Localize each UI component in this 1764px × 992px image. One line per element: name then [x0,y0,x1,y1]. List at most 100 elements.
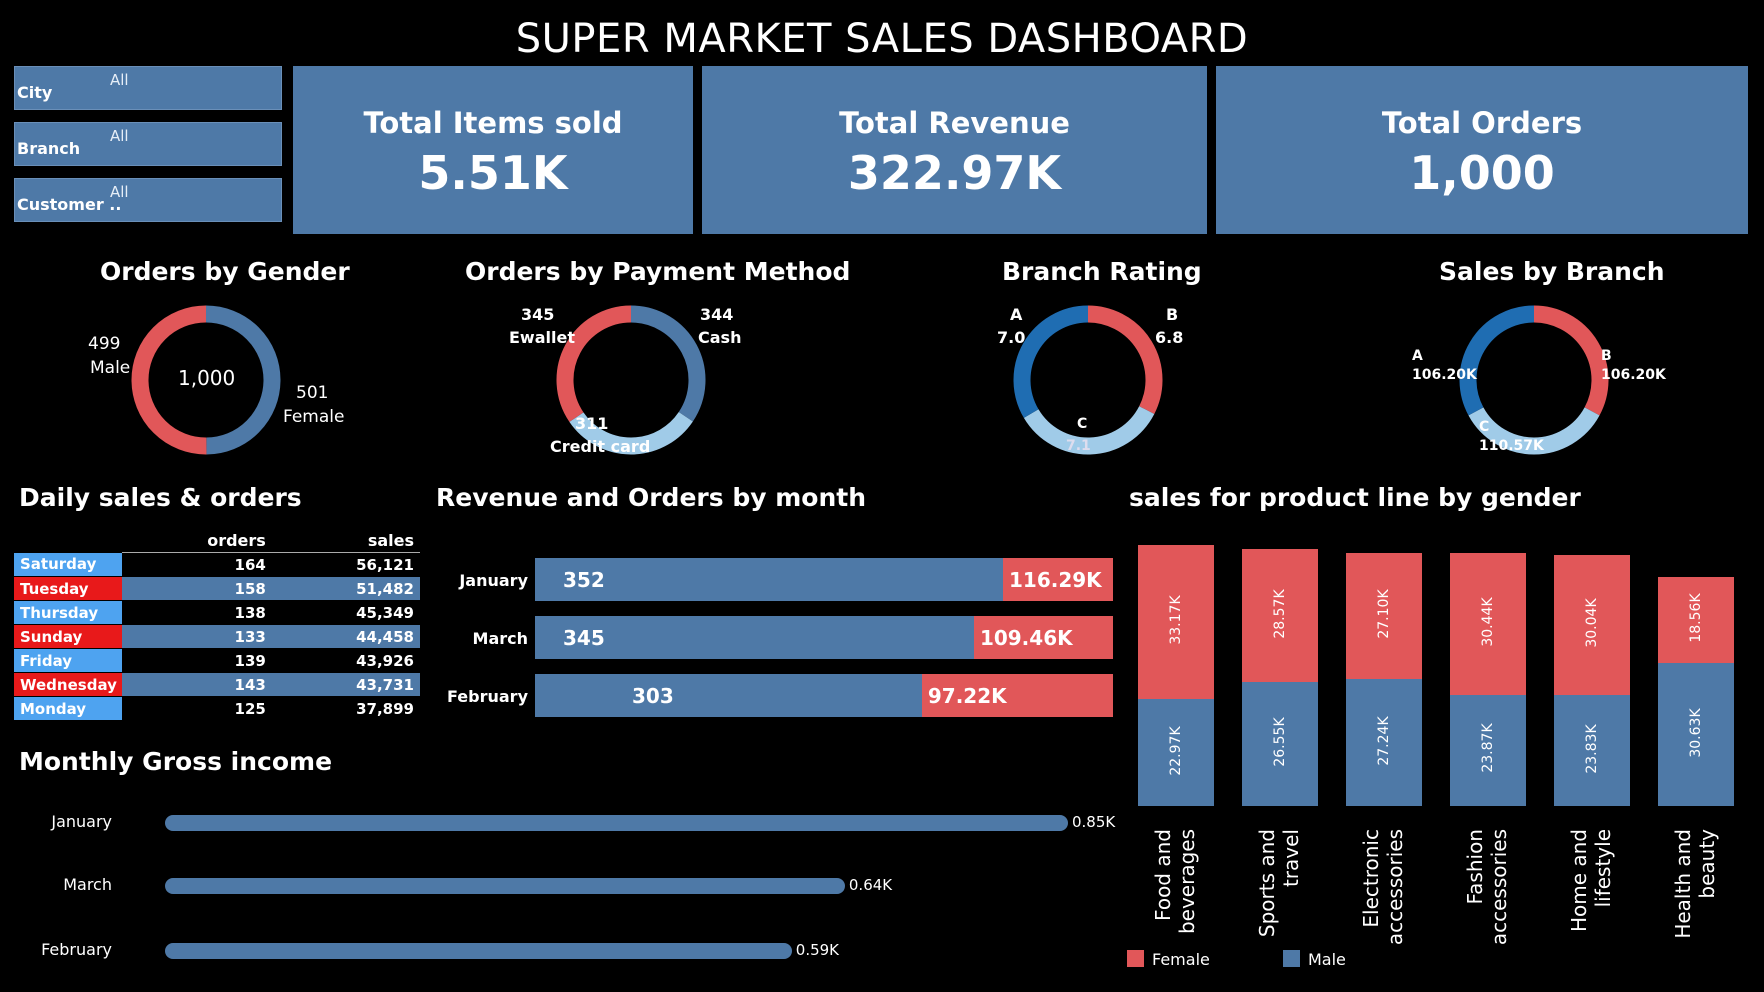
revenue-value-label: 116.29K [1009,568,1102,592]
table-header-row: orders sales [14,530,420,553]
male-value-label: 27.24K [1376,715,1392,766]
month-label: January [459,571,528,590]
branch-sales-slice-b[interactable] [1533,305,1609,416]
female-value-label: 18.56K [1688,593,1704,643]
daily-sales-title: Daily sales & orders [19,483,302,512]
male-value-label: 23.83K [1584,723,1600,774]
legend-male-label: Male [1308,950,1346,969]
branch-sales-slice-a[interactable] [1459,305,1535,416]
table-row: Saturday 164 56,121 [14,552,420,577]
sales-cell: 45,349 [271,600,420,625]
male-name-label: Male [90,358,131,378]
male-value-label: 26.55K [1272,717,1288,767]
orders-cell: 139 [122,648,272,673]
cash-name-label: Cash [698,328,742,347]
month-label: March [472,629,528,648]
male-value-label: 22.97K [1168,725,1184,776]
orders-cell: 143 [122,672,272,697]
rating-slice-a[interactable] [1013,305,1089,418]
category-label: Health and beauty [1671,829,1719,939]
gross-income-value-label: 0.85K [1072,813,1116,831]
revenue-value-label: 109.46K [979,626,1073,650]
daily-sales-table: orders sales Saturday 164 56,121 Tuesday 158… [14,530,420,721]
gross-income-bar [165,943,792,959]
category-label: Electronic accessories [1359,829,1407,946]
sales-cell: 43,926 [271,648,420,673]
category-label: Food and beverages [1151,829,1199,935]
table-header-day [14,530,122,553]
cash-value-label: 344 [700,305,734,324]
payment-slice-cash[interactable] [630,305,706,422]
revenue-orders-title: Revenue and Orders by month [436,483,866,512]
legend-female-label: Female [1152,950,1210,969]
orders-value-label: 352 [563,568,605,592]
table-header-sales: sales [271,530,420,553]
gross-income-value-label: 0.59K [795,941,840,959]
legend-male-swatch [1283,950,1300,967]
orders-cell: 138 [122,600,272,625]
ewallet-name-label: Ewallet [509,328,575,347]
branch-b-name: B [1601,348,1612,364]
revenue-value-label: 97.22K [927,684,1007,708]
orders-cell: 164 [122,552,272,577]
orders-value-label: 303 [632,684,674,708]
orders-cell: 125 [122,696,272,721]
orders-cell: 158 [122,576,272,601]
sales-cell: 44,458 [271,624,420,649]
month-label: January [51,812,112,831]
credit-card-value-label: 311 [575,414,609,433]
female-value-label: 30.04K [1584,598,1600,648]
branch-c-sales: 110.57K [1479,438,1544,454]
female-value-label: 501 [296,383,329,403]
category-label: Fashion accessories [1463,829,1511,946]
category-label: Sports and travel [1255,829,1303,938]
sales-cell: 51,482 [271,576,420,601]
female-value-label: 33.17K [1168,595,1184,645]
credit-card-name-label: Credit card [550,437,651,456]
sales-cell: 56,121 [271,552,420,577]
day-cell: Thursday [14,600,122,625]
gross-income-bar [165,878,845,894]
day-cell: Saturday [14,552,122,577]
day-cell: Wednesday [14,672,122,697]
rating-c-value: 7.1 [1066,438,1091,454]
female-value-label: 30.44K [1480,597,1496,647]
ewallet-value-label: 345 [521,305,555,324]
month-label: February [447,687,528,706]
rating-b-value: 6.8 [1155,328,1184,347]
branch-a-name: A [1412,348,1423,364]
orders-value-label: 345 [563,626,605,650]
table-row: Monday 125 37,899 [14,696,420,721]
product-line-title: sales for product line by gender [1129,483,1581,512]
gross-income-bar [165,815,1068,831]
orders-cell: 133 [122,624,272,649]
day-cell: Monday [14,696,122,721]
sales-cell: 37,899 [271,696,420,721]
sales-cell: 43,731 [271,672,420,697]
branch-a-sales: 106.20K [1412,367,1477,383]
table-row: Wednesday 143 43,731 [14,672,420,697]
day-cell: Tuesday [14,576,122,601]
rating-slice-b[interactable] [1087,305,1163,414]
female-value-label: 27.10K [1376,589,1392,639]
branch-b-sales: 106.20K [1601,367,1666,383]
legend-female-swatch [1127,950,1144,967]
day-cell: Friday [14,648,122,673]
category-label: Home and lifestyle [1567,829,1615,933]
gross-income-value-label: 0.64K [848,876,893,894]
table-row: Thursday 138 45,349 [14,600,420,625]
orders-bar [535,674,922,717]
male-value-label: 499 [88,334,121,354]
male-value-label: 30.63K [1688,708,1704,758]
month-label: February [41,940,112,959]
orders-bar [535,558,1003,601]
gross-income-title: Monthly Gross income [19,747,333,776]
female-name-label: Female [283,407,345,427]
month-label: March [63,875,112,894]
table-header-orders: orders [122,530,272,553]
table-row: Sunday 133 44,458 [14,624,420,649]
gender-center-total: 1,000 [178,366,236,390]
female-value-label: 28.57K [1272,589,1288,639]
table-row: Tuesday 158 51,482 [14,576,420,601]
male-value-label: 23.87K [1480,723,1496,774]
